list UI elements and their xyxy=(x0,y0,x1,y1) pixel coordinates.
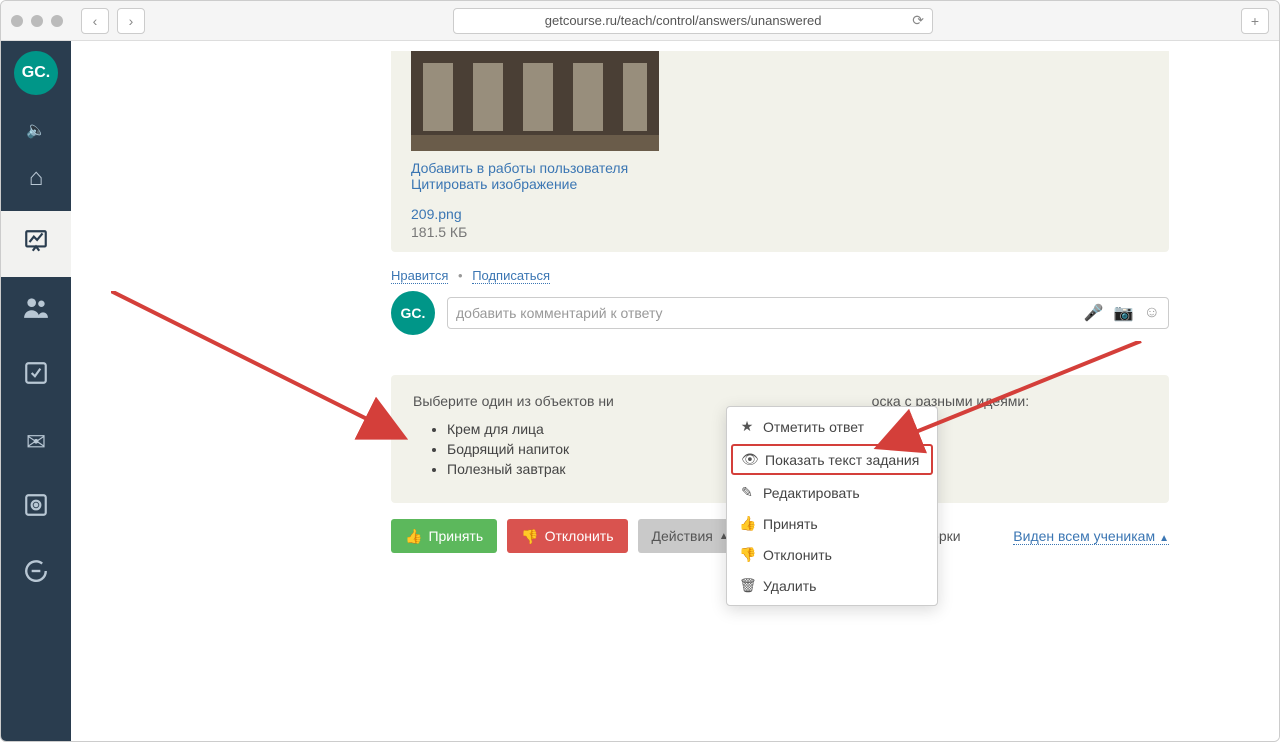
dropdown-item-label: Отклонить xyxy=(763,547,832,563)
actions-button-label: Действия xyxy=(652,528,713,544)
mail-icon: ✉ xyxy=(26,428,46,457)
new-tab-button[interactable]: + xyxy=(1241,8,1269,34)
thumbs-up-icon: 👍 xyxy=(405,528,422,545)
attachment-thumbnail[interactable] xyxy=(411,51,659,151)
dropdown-item-show-task[interactable]: 👁 Показать текст задания xyxy=(731,444,933,475)
visibility-label: Виден всем ученикам xyxy=(1013,528,1155,544)
edit-icon: ✎ xyxy=(739,484,755,501)
back-button[interactable]: ‹ xyxy=(81,8,109,34)
browser-toolbar: ‹ › getcourse.ru/teach/control/answers/u… xyxy=(1,1,1279,41)
sidebar-item-tasks[interactable] xyxy=(1,343,71,409)
chevron-right-icon: › xyxy=(129,13,134,29)
sidebar-item-analytics[interactable] xyxy=(1,211,71,277)
url-bar[interactable]: getcourse.ru/teach/control/answers/unans… xyxy=(453,8,933,34)
dropdown-item-label: Показать текст задания xyxy=(765,452,919,468)
safe-icon xyxy=(23,492,49,525)
dropdown-item-label: Удалить xyxy=(763,578,816,594)
sidebar-item-messages[interactable]: ✉ xyxy=(1,409,71,475)
gc-logo[interactable]: GC. xyxy=(14,51,58,95)
dropdown-item-label: Редактировать xyxy=(763,485,860,501)
attachment-filesize: 181.5 КБ xyxy=(411,224,1169,240)
separator-dot: • xyxy=(458,268,463,283)
thumbs-down-icon: 👍 xyxy=(521,528,538,545)
plus-icon: + xyxy=(1251,13,1259,29)
thumbs-up-icon: 👍 xyxy=(739,515,755,532)
dropdown-item-accept[interactable]: 👍 Принять xyxy=(727,508,937,539)
comment-placeholder: добавить комментарий к ответу xyxy=(456,305,1074,321)
chevron-left-icon: ‹ xyxy=(93,13,98,29)
caret-up-icon: ▲ xyxy=(1159,533,1169,544)
task-prompt-before: Выберите один из объектов ни xyxy=(413,393,614,409)
reject-button-label: Отклонить xyxy=(545,528,614,544)
subscribe-link[interactable]: Подписаться xyxy=(472,268,550,284)
sidebar-item-sound[interactable]: 🔈 xyxy=(1,115,71,145)
accept-button-label: Принять xyxy=(428,528,483,544)
dropdown-item-label: Принять xyxy=(763,516,818,532)
thumbs-down-icon: 👍 xyxy=(739,546,755,563)
comment-input[interactable]: добавить комментарий к ответу 🎤 📷 ☺ xyxy=(447,297,1169,329)
sidebar-item-home[interactable]: ⌂ xyxy=(1,145,71,211)
sidebar-item-safe[interactable] xyxy=(1,475,71,541)
mic-icon[interactable]: 🎤 xyxy=(1084,303,1104,323)
dropdown-item-reject[interactable]: 👍 Отклонить xyxy=(727,539,937,570)
quote-image-link[interactable]: Цитировать изображение xyxy=(411,176,1169,192)
checkbox-icon xyxy=(23,360,49,393)
sidebar: GC. 🔈 ⌂ ✉ xyxy=(1,41,71,741)
speaker-icon: 🔈 xyxy=(26,120,46,140)
reload-icon[interactable]: ⟳ xyxy=(912,12,924,29)
reject-button[interactable]: 👍 Отклонить xyxy=(507,519,627,553)
camera-icon[interactable]: 📷 xyxy=(1114,303,1134,323)
comment-row: GC. добавить комментарий к ответу 🎤 📷 ☺ xyxy=(391,291,1169,335)
dropdown-item-label: Отметить ответ xyxy=(763,419,864,435)
trash-icon: 🗑 xyxy=(739,577,755,594)
close-window-icon[interactable] xyxy=(11,15,23,27)
sidebar-item-users[interactable] xyxy=(1,277,71,343)
sidebar-item-chat[interactable] xyxy=(1,541,71,607)
visibility-toggle[interactable]: Виден всем ученикам ▲ xyxy=(1013,528,1169,545)
dropdown-item-edit[interactable]: ✎ Редактировать xyxy=(727,477,937,508)
star-icon: ★ xyxy=(739,418,755,435)
dropdown-item-delete[interactable]: 🗑 Удалить xyxy=(727,570,937,601)
window-controls xyxy=(11,15,63,27)
chart-presentation-icon xyxy=(23,228,49,261)
url-text: getcourse.ru/teach/control/answers/unans… xyxy=(462,13,904,28)
actions-dropdown-menu: ★ Отметить ответ 👁 Показать текст задани… xyxy=(726,406,938,606)
emoji-icon[interactable]: ☺ xyxy=(1144,304,1160,322)
post-actions: Нравится • Подписаться xyxy=(391,268,1169,283)
forward-button[interactable]: › xyxy=(117,8,145,34)
answer-body: Добавить в работы пользователя Цитироват… xyxy=(391,51,1169,252)
like-link[interactable]: Нравится xyxy=(391,268,448,284)
avatar: GC. xyxy=(391,291,435,335)
chat-icon xyxy=(23,558,49,591)
home-icon: ⌂ xyxy=(29,164,44,192)
accept-button[interactable]: 👍 Принять xyxy=(391,519,497,553)
minimize-window-icon[interactable] xyxy=(31,15,43,27)
content-area: GC. 🔈 ⌂ ✉ xyxy=(1,41,1279,741)
attachment-filename[interactable]: 209.png xyxy=(411,206,1169,222)
browser-window: ‹ › getcourse.ru/teach/control/answers/u… xyxy=(0,0,1280,742)
maximize-window-icon[interactable] xyxy=(51,15,63,27)
annotation-arrow-left xyxy=(111,291,421,451)
users-icon xyxy=(23,296,49,325)
dropdown-item-mark[interactable]: ★ Отметить ответ xyxy=(727,411,937,442)
main-content: Добавить в работы пользователя Цитироват… xyxy=(71,41,1279,741)
add-to-user-works-link[interactable]: Добавить в работы пользователя xyxy=(411,160,1169,176)
eye-icon: 👁 xyxy=(741,451,757,468)
